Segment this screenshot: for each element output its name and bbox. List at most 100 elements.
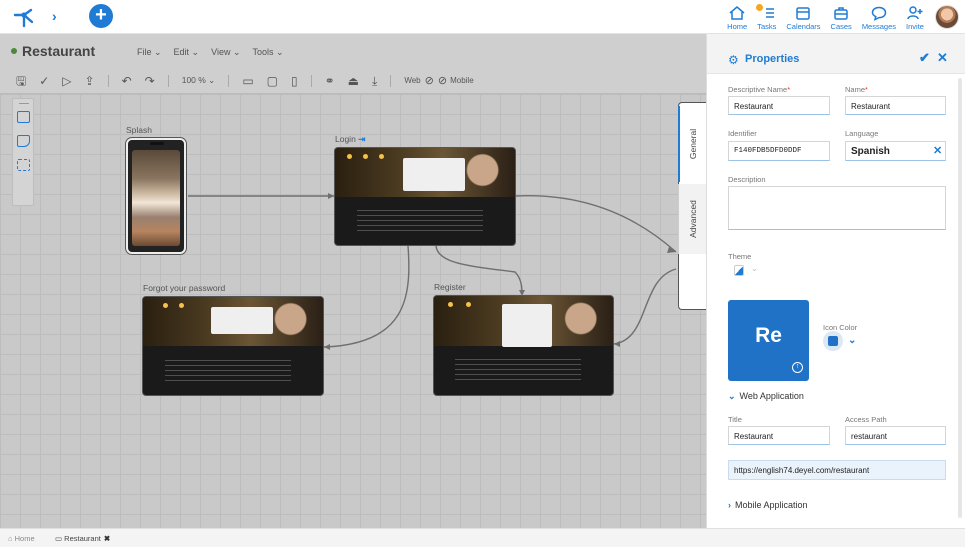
- tab-general[interactable]: General: [678, 106, 706, 182]
- identifier-field[interactable]: F140FDB5DFD0DDF: [728, 141, 830, 161]
- login-label-text: Login: [335, 134, 356, 144]
- theme-swatch[interactable]: [734, 265, 744, 276]
- bottom-tab-bar: ⌂ Home ▭ Restaurant ✖: [0, 528, 965, 547]
- zoom-select[interactable]: 100 % ⌄: [182, 75, 216, 86]
- theme-label: Theme: [728, 252, 752, 261]
- nav-tasks[interactable]: Tasks: [752, 2, 781, 31]
- web-label: Web: [404, 76, 421, 85]
- page-tool-icon[interactable]: [17, 111, 30, 123]
- bottom-tab-home-label: Home: [14, 534, 35, 543]
- desktop-view-icon[interactable]: ▭: [242, 74, 253, 88]
- language-select[interactable]: Spanish: [845, 141, 946, 161]
- name-field[interactable]: Restaurant: [845, 96, 946, 115]
- forgot-password-node[interactable]: [142, 296, 324, 396]
- chevron-down-icon[interactable]: ⌄: [751, 264, 758, 273]
- properties-header: ⚙ Properties ✔ ✕: [707, 34, 965, 74]
- register-node[interactable]: [433, 295, 614, 396]
- menu-edit[interactable]: Edit ⌄: [174, 47, 200, 58]
- chevron-right-icon[interactable]: ›: [52, 8, 57, 24]
- component-tool-icon[interactable]: [17, 159, 30, 171]
- application-url-field[interactable]: https://english74.deyel.com/restaurant: [728, 460, 946, 480]
- nav-home[interactable]: Home: [722, 2, 752, 31]
- properties-title: Properties: [745, 53, 800, 65]
- phone-view-icon[interactable]: ▯: [291, 74, 298, 88]
- panel-scrollbar[interactable]: [958, 78, 962, 518]
- briefcase-icon: [834, 7, 848, 20]
- description-textarea[interactable]: [728, 186, 946, 230]
- menu-view[interactable]: View ⌄: [211, 47, 240, 58]
- nav-messages[interactable]: Messages: [857, 2, 901, 31]
- modeler-menubar: Restaurant File ⌄ Edit ⌄ View ⌄ Tools ⌄: [0, 34, 706, 68]
- phone-notch: [150, 142, 164, 145]
- splash-image: [132, 150, 180, 246]
- close-button[interactable]: ✕: [937, 50, 948, 66]
- user-avatar[interactable]: [935, 5, 959, 29]
- lamp-icon: [379, 154, 384, 159]
- toolbar-divider: [390, 74, 392, 87]
- language-label: Language: [845, 129, 879, 138]
- web-check-icon[interactable]: ⊘: [425, 74, 434, 88]
- title-field[interactable]: Restaurant: [728, 426, 830, 445]
- page-icon: ▭: [55, 534, 65, 543]
- undo-icon[interactable]: ↶: [122, 74, 132, 88]
- mobile-check-icon[interactable]: ⊘: [438, 74, 447, 88]
- close-tab-icon[interactable]: ✖: [104, 534, 110, 543]
- bottom-tab-restaurant[interactable]: ▭ Restaurant ✖: [55, 534, 110, 543]
- forgot-password-label: Forgot your password: [143, 283, 226, 293]
- name-label-text: Name: [845, 85, 866, 94]
- descriptive-name-field[interactable]: Restaurant: [728, 96, 830, 115]
- run-icon[interactable]: ▷: [62, 74, 71, 88]
- forgot-form-preview: [211, 306, 273, 335]
- nav-cases-label: Cases: [830, 22, 852, 31]
- page-footer-preview: [356, 210, 483, 232]
- menu-file[interactable]: File ⌄: [137, 47, 162, 58]
- lamp-icon: [163, 303, 168, 308]
- required-mark: *: [787, 85, 791, 94]
- properties-panel: ⚙ Properties ✔ ✕ Descriptive Name* Resta…: [706, 34, 965, 528]
- mobile-application-section[interactable]: › Mobile Application: [728, 500, 808, 510]
- icon-color-picker[interactable]: [823, 331, 843, 351]
- bottom-tab-home[interactable]: ⌂ Home: [8, 534, 35, 543]
- download-icon[interactable]: ⤓: [372, 74, 377, 88]
- save-icon[interactable]: 🖫: [16, 74, 26, 88]
- nav-messages-label: Messages: [861, 22, 896, 31]
- clear-language-icon[interactable]: ✕: [933, 144, 942, 157]
- nav-calendars-label: Calendars: [786, 22, 821, 31]
- access-path-field[interactable]: restaurant: [845, 426, 946, 445]
- splash-label: Splash: [126, 125, 152, 135]
- check-icon[interactable]: ✓: [39, 74, 49, 88]
- create-button[interactable]: +: [89, 4, 113, 28]
- redo-icon[interactable]: ↷: [145, 74, 155, 88]
- descriptive-name-label: Descriptive Name*: [728, 85, 790, 94]
- upload-icon[interactable]: ↑: [792, 362, 803, 373]
- identifier-label: Identifier: [728, 129, 757, 138]
- nav-invite-label: Invite: [906, 22, 924, 31]
- name-label: Name*: [845, 85, 868, 94]
- application-icon-tile[interactable]: Re ↑: [728, 300, 809, 381]
- menu-tools[interactable]: Tools ⌄: [253, 47, 284, 58]
- tab-advanced[interactable]: Advanced: [678, 184, 706, 254]
- nav-tasks-label: Tasks: [757, 22, 777, 31]
- login-node[interactable]: [334, 147, 516, 246]
- app-logo-icon[interactable]: [12, 6, 36, 28]
- application-title: Restaurant: [22, 43, 96, 59]
- splash-node[interactable]: [126, 138, 186, 254]
- nav-calendars[interactable]: Calendars: [781, 2, 825, 31]
- web-application-section[interactable]: ⌄ Web Application: [728, 391, 804, 402]
- descriptive-name-label-text: Descriptive Name: [728, 85, 788, 94]
- nav-cases[interactable]: Cases: [826, 2, 857, 31]
- note-tool-icon[interactable]: [17, 135, 30, 147]
- chevron-right-icon: ›: [728, 500, 731, 510]
- publish-icon[interactable]: ⏏: [348, 74, 359, 88]
- gear-icon: ⚙: [728, 53, 739, 67]
- lamp-icon: [448, 302, 453, 307]
- nav-invite[interactable]: Invite: [901, 2, 929, 31]
- confirm-button[interactable]: ✔: [919, 50, 930, 66]
- lamp-icon: [466, 302, 471, 307]
- mobile-label: Mobile: [450, 76, 474, 85]
- tablet-view-icon[interactable]: ▢: [267, 74, 278, 88]
- chevron-down-icon[interactable]: ⌄: [848, 335, 856, 346]
- export-icon[interactable]: ⇪: [85, 74, 95, 88]
- share-icon[interactable]: ⚭: [325, 74, 335, 88]
- home-icon: [729, 6, 745, 20]
